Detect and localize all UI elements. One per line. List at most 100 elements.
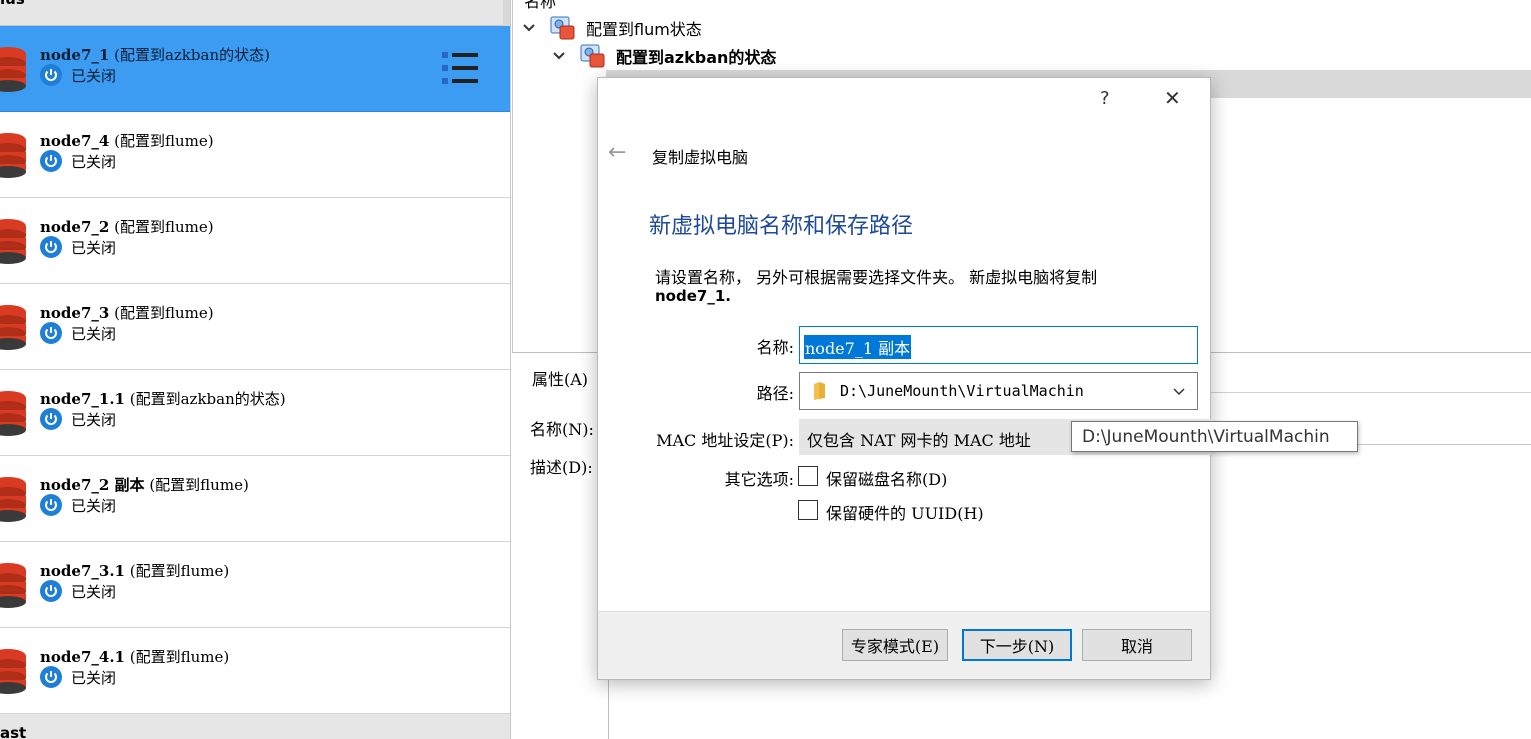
vm-name-text: node7_3 <box>40 304 110 322</box>
vm-state-text: 已关闭 <box>71 410 117 429</box>
name-label: 名称: <box>756 338 794 357</box>
power-off-icon <box>40 322 62 344</box>
vm-group-header-bottom[interactable]: ast <box>0 714 510 739</box>
mac-label: MAC 地址设定(P): <box>656 431 794 450</box>
cancel-button[interactable]: 取消 <box>1082 629 1192 661</box>
vm-name-text: node7_4.1 <box>40 648 125 666</box>
vm-list-item[interactable]: node7_3 (配置到flume) 已关闭 <box>0 284 510 370</box>
vm-os-icon <box>0 476 28 522</box>
power-off-icon <box>40 64 62 86</box>
vm-snapshot-text: (配置到flume) <box>114 218 214 236</box>
vm-state: 已关闭 <box>40 236 116 258</box>
vm-state: 已关闭 <box>40 408 116 430</box>
vm-list-item[interactable]: node7_2 副本 (配置到flume) 已关闭 <box>0 456 510 542</box>
vm-list-item[interactable]: node7_3.1 (配置到flume) 已关闭 <box>0 542 510 628</box>
next-button[interactable]: 下一步(N) <box>962 629 1072 661</box>
vm-state-text: 已关闭 <box>71 238 117 257</box>
power-off-icon <box>40 150 62 172</box>
vm-list-item[interactable]: node7_1.1 (配置到azkban的状态) 已关闭 <box>0 370 510 456</box>
vm-list-item[interactable]: node7_4.1 (配置到flume) 已关闭 <box>0 628 510 714</box>
vm-os-icon <box>0 390 28 436</box>
vm-snapshot-text: (配置到flume) <box>129 648 230 666</box>
scrollbar[interactable] <box>503 0 510 26</box>
power-off-icon <box>40 494 62 516</box>
vm-os-icon <box>0 304 28 350</box>
vm-name-text: node7_2 副本 <box>40 476 145 494</box>
name-input-value: node7_1 副本 <box>804 335 912 359</box>
power-off-icon <box>40 580 62 602</box>
wizard-title: 复制虚拟电脑 <box>652 148 749 167</box>
clone-vm-dialog: ? ✕ ← 复制虚拟电脑 新虚拟电脑名称和保存路径 请设置名称， 另外可根据需要… <box>597 77 1212 680</box>
snapshot-label: 配置到azkban的状态 <box>616 48 777 67</box>
description-line-2: node7_1. <box>655 287 731 305</box>
vm-list-panel: lus node7_1 (配置到azkban的状态)已关闭node7_4 (配置… <box>0 0 511 739</box>
vm-group-header[interactable]: lus <box>0 0 510 26</box>
vm-name-text: node7_1 <box>40 46 110 64</box>
vm-state-text: 已关闭 <box>71 324 117 343</box>
vm-state-text: 已关闭 <box>71 668 117 687</box>
properties-tab[interactable]: 属性(A) <box>532 366 588 390</box>
vm-state: 已关闭 <box>40 666 116 688</box>
chevron-down-icon[interactable] <box>522 21 536 35</box>
power-off-icon <box>40 236 62 258</box>
vm-os-icon <box>0 132 28 178</box>
vm-state: 已关闭 <box>40 150 116 172</box>
details-menu-icon[interactable] <box>440 50 480 86</box>
vm-name: node7_3.1 (配置到flume) <box>40 560 229 581</box>
path-tooltip: D:\JuneMounth\VirtualMachin <box>1071 421 1358 452</box>
vm-name-text: node7_1.1 <box>40 390 125 408</box>
vm-state-text: 已关闭 <box>71 496 117 515</box>
expert-mode-button[interactable]: 专家模式(E) <box>842 629 948 661</box>
vm-name: node7_4 (配置到flume) <box>40 130 214 151</box>
vm-name: node7_3 (配置到flume) <box>40 302 214 323</box>
keep-disk-names-checkbox[interactable] <box>798 466 818 486</box>
vm-state: 已关闭 <box>40 64 116 86</box>
path-select[interactable]: D:\JuneMounth\VirtualMachin <box>799 372 1198 410</box>
snapshot-label: 配置到flum状态 <box>586 20 702 39</box>
other-options-label: 其它选项: <box>724 470 794 489</box>
keep-disk-names-label[interactable]: 保留磁盘名称(D) <box>826 466 947 490</box>
path-label: 路径: <box>756 384 794 403</box>
vm-state: 已关闭 <box>40 494 116 516</box>
vm-list-item[interactable]: node7_4 (配置到flume) 已关闭 <box>0 112 510 198</box>
keep-hardware-uuid-label[interactable]: 保留硬件的 UUID(H) <box>826 500 984 524</box>
snapshot-icon <box>550 16 576 40</box>
vm-list-item[interactable]: node7_2 (配置到flume) 已关闭 <box>0 198 510 284</box>
vm-state-text: 已关闭 <box>71 152 117 171</box>
vm-list-item[interactable]: node7_1 (配置到azkban的状态) 已关闭 <box>0 26 510 112</box>
chevron-down-icon[interactable] <box>552 49 566 63</box>
properties-name-label: 名称(N): <box>530 420 594 439</box>
power-off-icon <box>40 408 62 430</box>
vm-state: 已关闭 <box>40 322 116 344</box>
page-heading: 新虚拟电脑名称和保存路径 <box>649 214 914 239</box>
vm-name: node7_2 副本 (配置到flume) <box>40 474 249 495</box>
vm-state-text: 已关闭 <box>71 582 117 601</box>
vm-name: node7_1.1 (配置到azkban的状态) <box>40 388 286 409</box>
folder-icon <box>812 381 828 405</box>
description-line-1: 请设置名称， 另外可根据需要选择文件夹。 新虚拟电脑将复制 <box>655 268 1098 287</box>
vm-snapshot-text: (配置到flume) <box>114 304 214 322</box>
close-icon[interactable]: ✕ <box>1164 86 1181 110</box>
vm-name-text: node7_4 <box>40 132 110 150</box>
keep-hardware-uuid-checkbox[interactable] <box>798 500 818 520</box>
vm-name: node7_4.1 (配置到flume) <box>40 646 229 667</box>
properties-desc-label: 描述(D): <box>530 458 593 477</box>
vm-group-label-bottom: ast <box>0 724 27 739</box>
vm-name: node7_1 (配置到azkban的状态) <box>40 44 270 65</box>
chevron-down-icon[interactable] <box>1172 387 1186 397</box>
vm-state-text: 已关闭 <box>71 66 117 85</box>
vm-snapshot-text: (配置到flume) <box>149 476 249 494</box>
back-arrow-icon[interactable]: ← <box>608 140 626 165</box>
snapshot-row-2[interactable]: 配置到azkban的状态 <box>552 42 776 70</box>
help-icon[interactable]: ? <box>1100 88 1110 109</box>
vm-os-icon <box>0 648 28 694</box>
vm-os-icon <box>0 562 28 608</box>
path-select-value: D:\JuneMounth\VirtualMachin <box>840 382 1084 400</box>
vm-state: 已关闭 <box>40 580 116 602</box>
vm-snapshot-text: (配置到flume) <box>129 562 230 580</box>
snapshot-row-1[interactable]: 配置到flum状态 <box>522 14 702 42</box>
vm-name-text: node7_2 <box>40 218 110 236</box>
snapshot-icon <box>580 44 606 68</box>
name-input[interactable]: node7_1 副本 <box>799 326 1198 364</box>
vm-os-icon <box>0 46 28 92</box>
